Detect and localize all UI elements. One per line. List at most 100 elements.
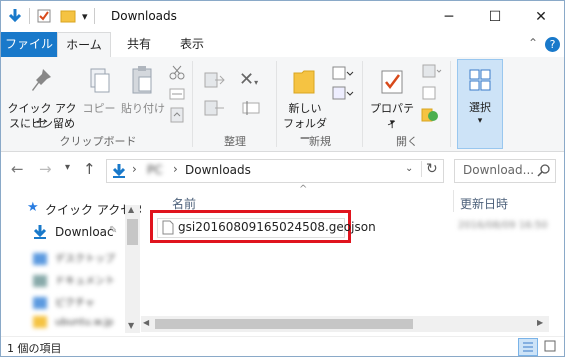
qat-separator-2 — [93, 8, 95, 24]
pin-label-2: スにピン留め — [9, 117, 75, 130]
file-cell[interactable]: gsi20160809165024508.geojson — [157, 218, 376, 238]
new-folder-quick-icon[interactable] — [60, 8, 76, 24]
breadcrumb-separator-icon[interactable]: › — [132, 162, 137, 176]
new-folder-icon — [293, 70, 315, 94]
scroll-thumb[interactable] — [127, 219, 138, 245]
address-dropdown-icon[interactable]: ⌄ — [405, 163, 413, 174]
details-view-button[interactable] — [518, 338, 538, 356]
nav-pane-scrollbar[interactable]: ▲ ▼ — [125, 205, 140, 333]
address-bar[interactable]: › PC › Downloads ⌄ ↻ — [106, 159, 444, 183]
paste-label: 貼り付け — [121, 102, 165, 115]
large-icons-view-button[interactable] — [541, 338, 559, 354]
select-dropdown-icon: ▾ — [477, 116, 483, 126]
hscroll-thumb[interactable] — [155, 319, 413, 329]
minimize-button[interactable]: ─ — [426, 1, 472, 32]
new-folder-label-1: 新しい — [288, 102, 322, 115]
up-button[interactable]: ↑ — [83, 160, 96, 178]
scroll-down-icon[interactable]: ▼ — [128, 321, 134, 330]
column-header-date[interactable]: 更新日時 — [454, 190, 564, 212]
file-name: gsi20160809165024508.geojson — [178, 220, 376, 234]
large-icons-view-icon — [544, 340, 556, 352]
pin-icon — [32, 69, 51, 91]
delete-icon[interactable]: ✕▾ — [239, 69, 258, 90]
refresh-icon[interactable]: ↻ — [421, 161, 438, 177]
forward-button[interactable]: → — [39, 160, 52, 178]
navigation-bar: ← → ▾ ↑ › PC › Downloads ⌄ ↻ Download... — [1, 154, 564, 186]
open-icon[interactable] — [421, 63, 443, 79]
downloads-location-icon — [112, 164, 126, 178]
explorer-window: ▾ Downloads ─ ☐ ✕ ファイル ホーム 共有 表示 ⌃ ? クイッ… — [0, 0, 565, 357]
ribbon-tabs: ファイル ホーム 共有 表示 ⌃ ? — [1, 32, 564, 58]
edit-icon[interactable] — [421, 85, 437, 101]
cut-icon[interactable] — [169, 64, 185, 80]
star-icon: ★ — [27, 200, 39, 215]
scroll-right-icon[interactable]: ▶ — [537, 318, 543, 327]
recent-locations-icon[interactable]: ▾ — [65, 162, 70, 173]
qat-separator — [29, 8, 30, 24]
back-button[interactable]: ← — [11, 160, 24, 178]
nav-item-downloads[interactable]: Downloac ✎ — [31, 224, 125, 242]
quick-access-toolbar: ▾ — [7, 7, 95, 25]
properties-dropdown-icon: ▾ — [389, 118, 395, 128]
breadcrumb-separator-icon[interactable]: › — [173, 162, 178, 176]
select-grid-icon — [469, 69, 491, 91]
group-separator — [192, 61, 193, 147]
properties-button[interactable]: プロパティ ▾ — [366, 61, 418, 131]
group-separator — [362, 61, 363, 147]
nav-item-blurred[interactable]: ピクチャ — [33, 294, 95, 309]
history-icon[interactable] — [421, 105, 439, 123]
properties-quick-icon[interactable] — [7, 8, 23, 24]
qat-dropdown-icon[interactable]: ▾ — [82, 10, 88, 23]
pin-quick-access-button[interactable]: クイック アクセ スにピン留め — [7, 61, 77, 131]
copy-path-icon[interactable] — [169, 87, 185, 101]
tab-view[interactable]: 表示 — [169, 32, 215, 57]
nav-item-blurred[interactable]: デスクトップ — [33, 250, 115, 265]
new-group-label: 新規 — [309, 135, 331, 148]
search-icon[interactable] — [537, 164, 551, 178]
paste-button[interactable]: 貼り付け — [119, 61, 167, 131]
easy-access-icon[interactable] — [331, 85, 355, 103]
nav-item-quick-access[interactable]: ★ クイック アクセス — [27, 200, 144, 219]
group-separator — [276, 61, 277, 147]
rename-icon[interactable] — [241, 99, 261, 117]
table-row[interactable]: gsi20160809165024508.geojson 2016/08/09 … — [150, 210, 564, 243]
nav-item-blurred[interactable]: ubuntu.w.jp — [33, 316, 113, 328]
search-input[interactable]: Download... — [463, 163, 534, 177]
search-box[interactable]: Download... — [454, 159, 556, 183]
new-folder-button[interactable]: 新しい フォルダー — [280, 61, 330, 145]
organize-group-label: 整理 — [224, 135, 246, 148]
clipboard-group-label: クリップボード — [59, 135, 137, 148]
tab-file[interactable]: ファイル — [1, 32, 57, 57]
nav-item-blurred[interactable]: ドキュメント — [33, 272, 115, 287]
select-button[interactable]: 選択 ▾ — [457, 59, 503, 149]
tab-home[interactable]: ホーム — [57, 32, 111, 58]
file-date: 2016/08/09 16:50 — [458, 220, 548, 231]
paste-icon — [132, 66, 152, 94]
column-header-name[interactable]: 名前 — [141, 190, 454, 212]
ribbon-collapse-icon[interactable]: ⌃ — [528, 36, 538, 50]
content-hscrollbar[interactable]: ◀ ▶ — [141, 316, 549, 332]
navigation-pane: ★ クイック アクセス Downloac ✎ デスクトップ ドキュメント ピクチ… — [1, 186, 144, 336]
download-arrow-icon — [33, 225, 47, 239]
close-button[interactable]: ✕ — [518, 1, 564, 32]
open-group-label: 開く — [396, 135, 418, 148]
maximize-button[interactable]: ☐ — [472, 1, 518, 32]
properties-check-icon[interactable] — [36, 8, 52, 24]
scroll-left-icon[interactable]: ◀ — [143, 318, 149, 327]
copy-button[interactable]: コピー — [81, 61, 117, 131]
nav-item-label: Downloac — [55, 225, 114, 239]
paste-shortcut-icon[interactable] — [169, 107, 185, 123]
group-separator — [450, 61, 451, 147]
help-icon[interactable]: ? — [545, 37, 560, 52]
copy-to-icon[interactable] — [203, 99, 225, 117]
breadcrumb-downloads[interactable]: Downloads — [185, 163, 251, 177]
file-icon — [162, 220, 174, 235]
new-item-icon[interactable] — [331, 65, 355, 83]
copy-icon — [90, 68, 110, 93]
scroll-up-icon[interactable]: ▲ — [128, 205, 134, 214]
tab-share[interactable]: 共有 — [116, 32, 162, 57]
ribbon: クイック アクセ スにピン留め コピー 貼り付け クリップボード ✕▾ 整理 新… — [1, 57, 564, 152]
file-list: ^ 名前 更新日時 gsi20160809165024508.geojson 2… — [141, 184, 564, 336]
breadcrumb-pc[interactable]: PC — [147, 163, 163, 177]
move-to-icon[interactable] — [203, 71, 225, 89]
